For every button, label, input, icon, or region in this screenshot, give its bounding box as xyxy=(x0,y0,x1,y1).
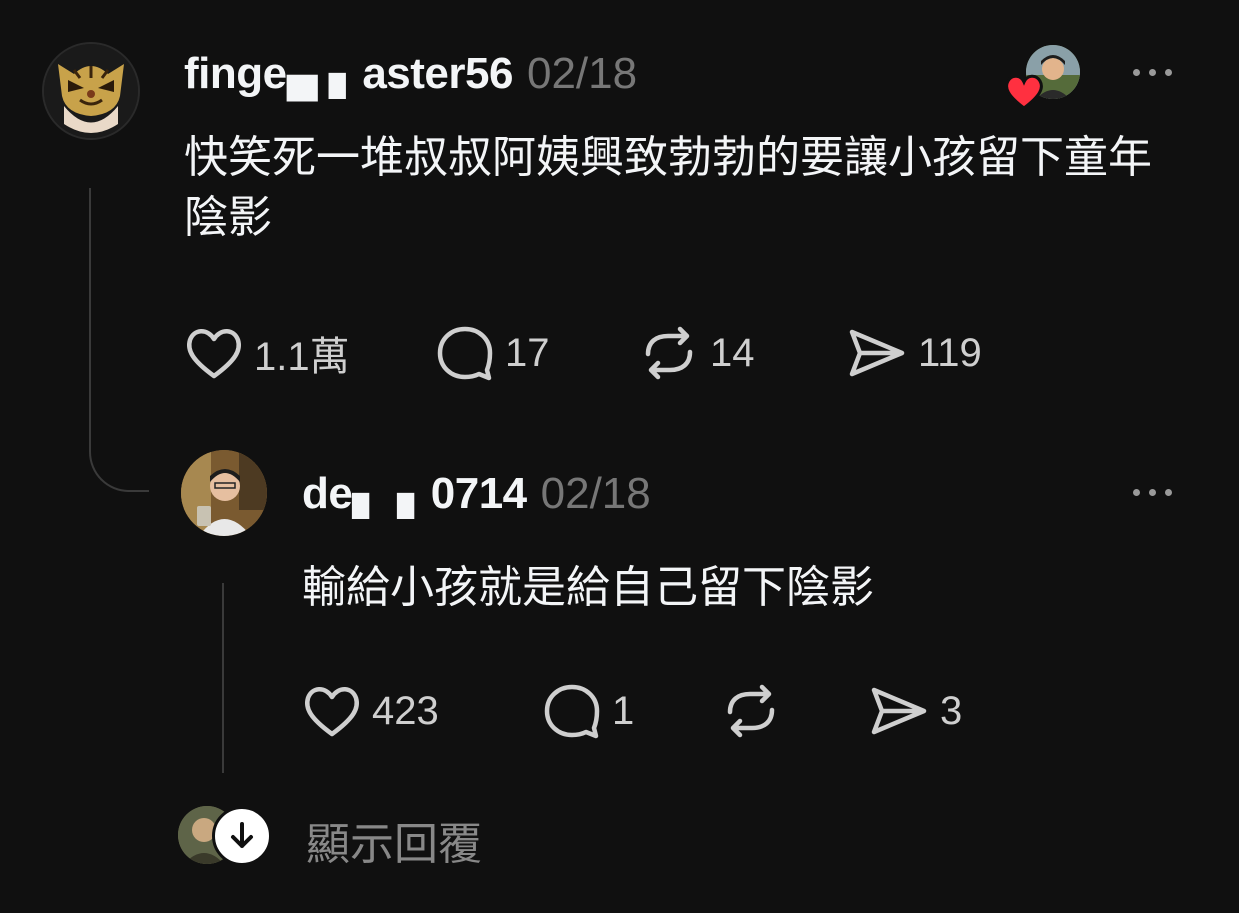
show-replies-button[interactable] xyxy=(212,806,272,866)
repost-icon xyxy=(645,326,693,380)
post-like-count: 1.1萬 xyxy=(254,335,350,379)
more-dot xyxy=(1149,489,1156,496)
post-text: 快笑死一堆叔叔阿姨興致勃勃的要讓小孩留下童年陰影 xyxy=(184,133,1152,242)
post-repost-count: 14 xyxy=(710,330,755,375)
repost-icon xyxy=(727,684,775,738)
more-dot xyxy=(1165,69,1172,76)
arrow-down-icon xyxy=(231,822,253,848)
post-date[interactable]: 02/18 xyxy=(527,49,637,99)
comment-bubble-icon xyxy=(437,326,493,381)
thread-line-reply xyxy=(222,583,224,773)
post-like-button[interactable]: 1.1萬 xyxy=(184,324,350,382)
post-comment-button[interactable]: 17 xyxy=(435,324,550,382)
show-replies-label[interactable]: 顯示回覆 xyxy=(306,808,482,872)
reply-share-count: 3 xyxy=(940,688,963,733)
reply-repost-button[interactable] xyxy=(720,682,792,740)
post-header: finge▄ ▖aster56 02/18 xyxy=(184,48,637,99)
more-dot xyxy=(1165,489,1172,496)
post-repost-button[interactable]: 14 xyxy=(638,324,755,382)
send-icon xyxy=(871,687,927,735)
reply-comment-count: 1 xyxy=(612,688,635,733)
more-dot xyxy=(1133,489,1140,496)
post-author-avatar[interactable] xyxy=(42,42,140,140)
post-share-count: 119 xyxy=(918,330,982,375)
heart-icon xyxy=(1004,74,1044,110)
reply-username[interactable]: de▖ ▖0714 xyxy=(302,468,527,519)
more-dot xyxy=(1133,69,1140,76)
reply-comment-button[interactable]: 1 xyxy=(542,682,634,740)
heart-outline-icon xyxy=(305,687,359,737)
comment-bubble-icon xyxy=(544,684,600,739)
reply-text: 輸給小孩就是給自己留下陰影 xyxy=(302,563,874,612)
reply-more-button[interactable] xyxy=(1133,489,1172,496)
send-icon xyxy=(849,329,905,377)
post-more-button[interactable] xyxy=(1133,69,1172,76)
post-share-button[interactable]: 119 xyxy=(846,324,982,382)
post-username[interactable]: finge▄ ▖aster56 xyxy=(184,48,513,99)
heart-outline-icon xyxy=(187,329,241,379)
reply-share-button[interactable]: 3 xyxy=(868,682,962,740)
post-comment-count: 17 xyxy=(505,330,550,375)
reply-date[interactable]: 02/18 xyxy=(541,469,651,519)
thread-line-curve xyxy=(89,440,149,492)
person-photo-avatar xyxy=(181,450,267,536)
thread-line-main xyxy=(89,188,91,450)
reply-author-avatar[interactable] xyxy=(181,450,267,536)
reply-like-count: 423 xyxy=(372,688,439,733)
tiger-mask-avatar xyxy=(44,44,138,138)
reply-header: de▖ ▖0714 02/18 xyxy=(302,468,651,519)
reply-like-button[interactable]: 423 xyxy=(302,682,439,740)
more-dot xyxy=(1149,69,1156,76)
